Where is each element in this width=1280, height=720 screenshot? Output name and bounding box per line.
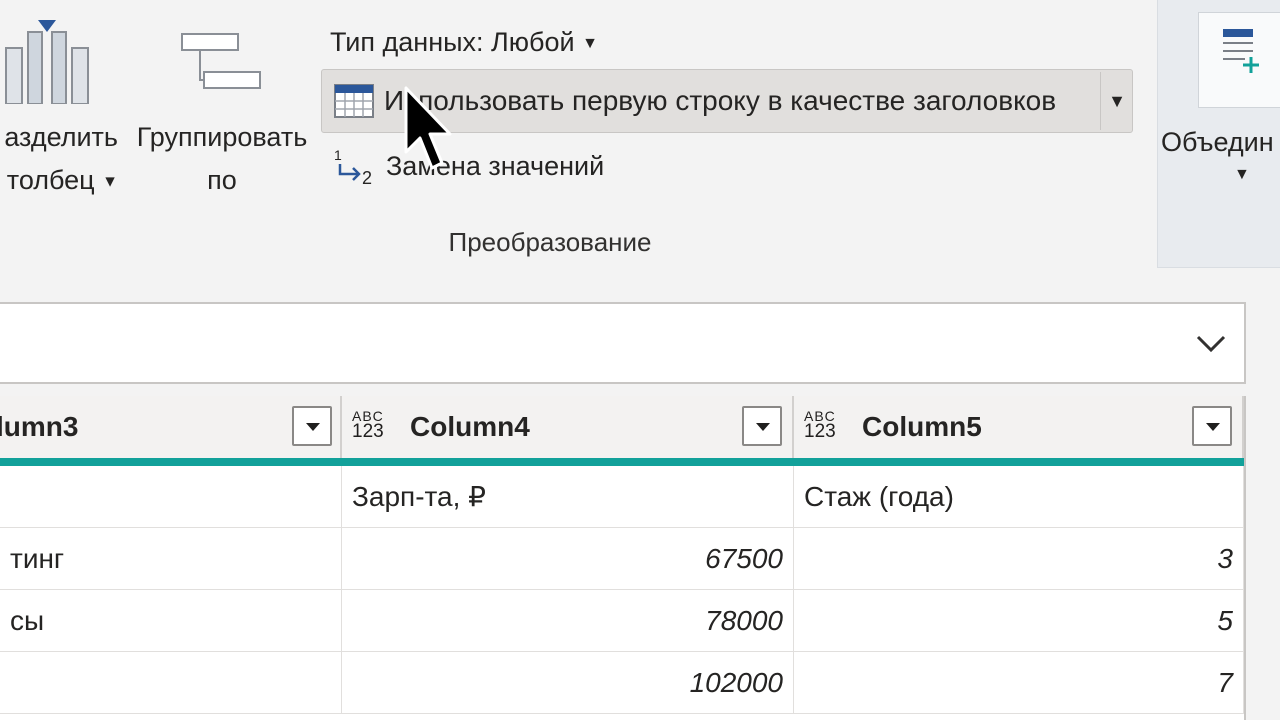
table-cell[interactable]: 67500 [342,528,794,590]
merge-queries-icon [1223,29,1259,73]
chevron-down-icon[interactable] [1194,326,1228,360]
merge-queries-label: Объедин [1161,127,1274,157]
table-cell[interactable]: Стаж (года) [794,466,1244,528]
table-header-icon [334,84,374,118]
chevron-down-icon: ▼ [1234,166,1250,183]
data-type-dropdown[interactable]: Тип данных: Любой ▼ [330,22,598,62]
table-cell[interactable]: 3 [794,528,1244,590]
column-filter-dropdown[interactable] [742,406,782,446]
split-column-label: азделить толбец ▼ [4,122,118,195]
merge-icon-frame [1198,12,1280,108]
split-column-icon [5,20,89,104]
column-name: Column4 [410,411,530,442]
table-cell[interactable] [0,466,342,528]
column-name: Column5 [862,411,982,442]
ribbon-group-title: Преобразование [448,227,652,257]
column-header-column5[interactable]: ABC 123 Column5 [794,396,1244,458]
any-type-icon: ABC 123 [804,408,836,442]
svg-text:1: 1 [334,147,342,163]
table-cell[interactable] [0,652,342,714]
column-filter-dropdown[interactable] [1192,406,1232,446]
group-by-button[interactable]: Группировать по [124,0,320,210]
merge-queries-button[interactable]: Объедин ▼ [1157,0,1280,268]
column-filter-dropdown[interactable] [292,406,332,446]
use-first-row-as-headers-label: Использовать первую строку в качестве за… [384,85,1057,116]
formula-bar[interactable] [0,302,1246,384]
split-divider [1100,72,1101,130]
chevron-down-icon: ▼ [102,173,118,191]
table-cell[interactable]: сы [0,590,342,652]
ribbon: азделить толбец ▼ Группировать по Тип да… [0,0,1280,272]
any-type-icon: ABC 123 [352,408,384,442]
column-header-column3[interactable]: lumn3 [0,396,342,458]
column-quality-bar [0,458,1244,466]
group-by-label: Группировать по [136,122,308,195]
split-column-button[interactable]: азделить толбец ▼ [0,0,118,210]
table-cell[interactable]: 102000 [342,652,794,714]
table-cell[interactable]: 78000 [342,590,794,652]
data-grid: lumn3 ABC 123 Column4 ABC 123 Column5 За… [0,396,1246,720]
first-row-headers-dropdown[interactable]: ▼ [1102,70,1132,132]
column-name: lumn3 [0,411,79,442]
table-cell[interactable]: 7 [794,652,1244,714]
svg-text:2: 2 [362,168,372,188]
group-by-icon [181,33,261,89]
chevron-down-icon: ▼ [1108,91,1126,111]
column-header-column4[interactable]: ABC 123 Column4 [342,396,794,458]
table-cell[interactable]: тинг [0,528,342,590]
chevron-down-icon: ▼ [582,34,598,52]
mouse-pointer-icon [404,86,452,170]
data-type-label: Тип данных: Любой [330,27,575,57]
table-cell[interactable]: Зарп-та, ₽ [342,466,794,528]
table-cell[interactable]: 5 [794,590,1244,652]
replace-values-icon: 1 2 [334,147,372,188]
